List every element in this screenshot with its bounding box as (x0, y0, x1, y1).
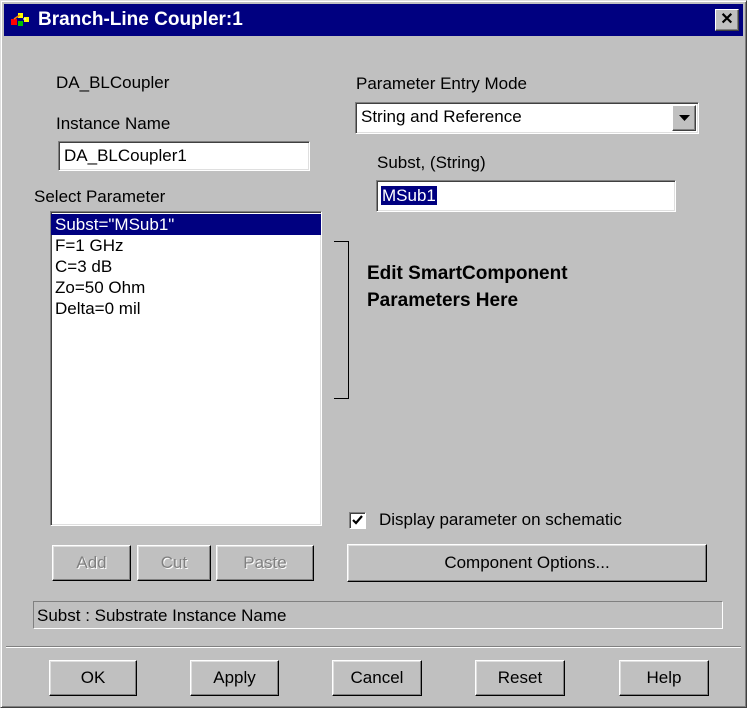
app-icon (10, 10, 32, 30)
list-item[interactable]: Subst="MSub1" (51, 214, 321, 235)
list-item[interactable]: F=1 GHz (51, 235, 321, 256)
close-icon[interactable]: ✕ (715, 9, 739, 31)
list-item[interactable]: C=3 dB (51, 256, 321, 277)
parameter-entry-mode-label: Parameter Entry Mode (356, 74, 528, 93)
help-button[interactable]: Help (619, 660, 709, 696)
annotation-text: Edit SmartComponent Parameters Here (367, 260, 568, 314)
annotation-line-1: Edit SmartComponent (367, 263, 568, 284)
paste-button[interactable]: Paste (216, 545, 314, 581)
component-model-name: DA_BLCoupler (56, 73, 170, 92)
list-item[interactable]: Zo=50 Ohm (51, 277, 321, 298)
select-parameter-label: Select Parameter (34, 187, 166, 206)
status-bar: Subst : Substrate Instance Name (33, 601, 723, 629)
add-button[interactable]: Add (52, 545, 131, 581)
status-text: Subst : Substrate Instance Name (37, 606, 287, 625)
parameter-entry-mode-select[interactable]: String and Reference (355, 102, 699, 134)
footer-separator (6, 646, 741, 648)
display-parameter-checkbox[interactable] (349, 512, 366, 529)
apply-button[interactable]: Apply (190, 660, 279, 696)
window-title: Branch-Line Coupler:1 (38, 9, 243, 30)
instance-name-label: Instance Name (56, 114, 171, 133)
cancel-button[interactable]: Cancel (332, 660, 422, 696)
display-parameter-label: Display parameter on schematic (379, 510, 622, 529)
reset-button[interactable]: Reset (475, 660, 565, 696)
title-bar[interactable]: Branch-Line Coupler:1 ✕ (4, 4, 743, 36)
list-item[interactable]: Delta=0 mil (51, 298, 321, 319)
annotation-bracket (334, 241, 349, 399)
param-edit-label: Subst, (String) (377, 153, 486, 172)
ok-button[interactable]: OK (49, 660, 137, 696)
chevron-down-icon (679, 115, 690, 121)
instance-name-input[interactable]: DA_BLCoupler1 (58, 141, 310, 171)
annotation-line-2: Parameters Here (367, 290, 519, 311)
param-value-text: MSub1 (381, 186, 437, 205)
component-options-button[interactable]: Component Options... (347, 544, 707, 582)
check-icon (352, 515, 363, 525)
dropdown-button[interactable] (672, 105, 696, 131)
instance-name-value: DA_BLCoupler1 (64, 146, 187, 165)
parameter-entry-mode-value: String and Reference (361, 107, 522, 126)
parameter-listbox[interactable]: Subst="MSub1" F=1 GHz C=3 dB Zo=50 Ohm D… (50, 211, 322, 526)
cut-button[interactable]: Cut (137, 545, 211, 581)
dialog-window: Branch-Line Coupler:1 ✕ DA_BLCoupler Ins… (0, 0, 747, 708)
param-value-input[interactable]: MSub1 (376, 180, 676, 212)
